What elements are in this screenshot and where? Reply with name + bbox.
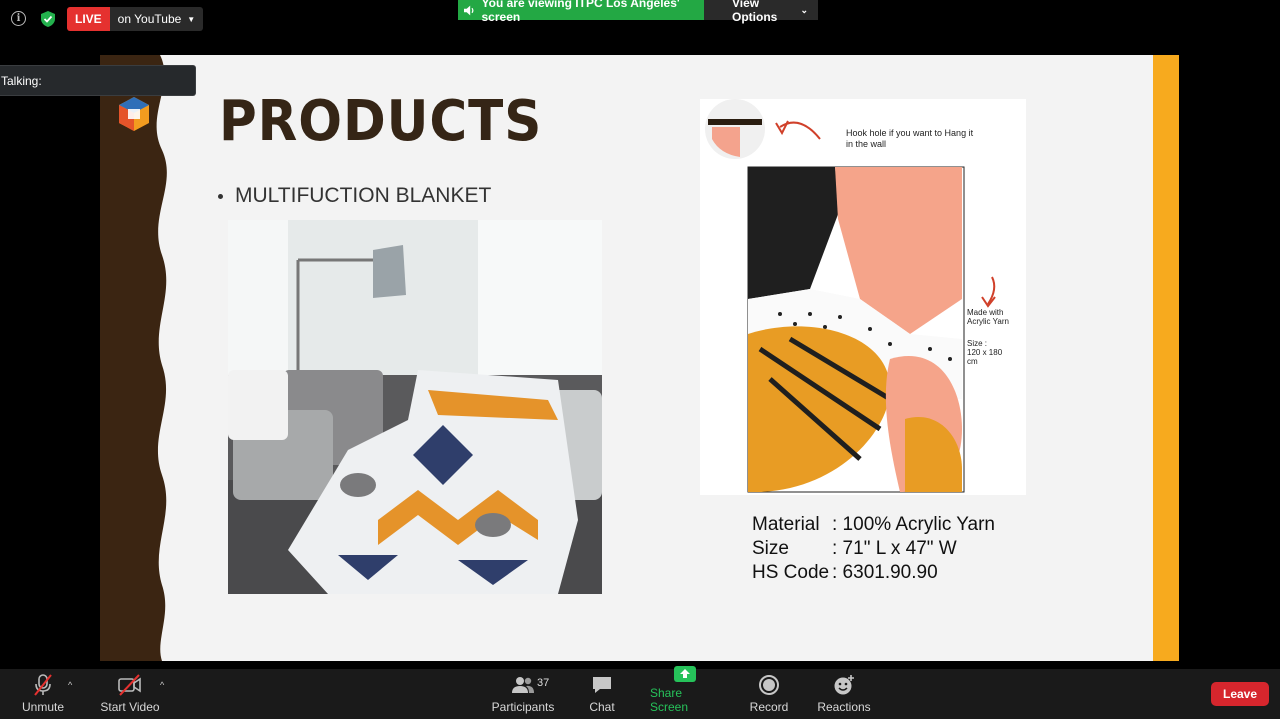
bullet-text: MULTIFUCTION BLANKET <box>235 184 492 207</box>
speaker-icon <box>464 5 474 15</box>
spec-key: HS Code <box>752 562 830 583</box>
shield-icon[interactable] <box>41 11 55 27</box>
chevron-up-icon[interactable]: ^ <box>160 680 164 690</box>
info-icon[interactable]: i <box>11 11 26 26</box>
live-target[interactable]: on YouTube ▼ <box>109 7 204 31</box>
record-label: Record <box>749 700 789 714</box>
reactions-button[interactable]: Reactions <box>816 669 872 719</box>
live-stream-button[interactable]: LIVE on YouTube ▼ <box>67 7 204 31</box>
share-screen-icon <box>673 665 697 683</box>
spec-row: Size : 71" L x 47" W <box>752 537 995 561</box>
muted-mic-icon <box>32 673 54 697</box>
spec-value: : 71" L x 47" W <box>832 538 957 559</box>
share-screen-button[interactable]: Share Screen <box>650 666 720 719</box>
live-target-label: on YouTube <box>117 12 182 26</box>
diagram-made-with-note: Made with Acrylic Yarn <box>967 308 1009 326</box>
talking-indicator: Talking: <box>0 65 196 96</box>
start-video-button[interactable]: Start Video <box>100 669 160 719</box>
zoom-meeting-window: i LIVE on YouTube ▼ You are viewing ITPC… <box>0 0 1280 719</box>
record-button[interactable]: Record <box>748 669 790 719</box>
spec-value: : 6301.90.90 <box>832 562 938 583</box>
reactions-label: Reactions <box>817 700 871 714</box>
chevron-down-icon: ▼ <box>187 14 196 24</box>
spec-key: Material <box>752 514 820 535</box>
record-icon <box>758 673 780 697</box>
slide-accent-bar <box>1153 55 1179 661</box>
slide-title: PRODUCTS <box>219 89 543 154</box>
live-badge: LIVE <box>67 7 110 31</box>
talking-label: Talking: <box>1 73 42 88</box>
slide-bullet: MULTIFUCTION BLANKET <box>218 184 491 208</box>
participants-icon <box>511 673 535 697</box>
spec-value: : 100% Acrylic Yarn <box>832 514 995 535</box>
spec-row: Material : 100% Acrylic Yarn <box>752 513 995 537</box>
blanket-product-photo <box>228 220 602 594</box>
start-video-label: Start Video <box>100 700 160 714</box>
spec-key: Size <box>752 538 789 559</box>
blanket-diagram: Hook hole if you want to Hang it in the … <box>700 99 1026 495</box>
unmute-label: Unmute <box>21 700 65 714</box>
chevron-down-icon: ⌄ <box>800 4 808 15</box>
slide-brown-wave <box>100 55 167 661</box>
viewing-status-label: You are viewing ITPC Los Angeles' screen <box>481 0 680 24</box>
viewing-status: You are viewing ITPC Los Angeles' screen <box>458 0 704 24</box>
viewing-banner: You are viewing ITPC Los Angeles' screen… <box>458 0 818 24</box>
reactions-icon <box>832 673 856 697</box>
chat-button[interactable]: Chat <box>582 669 622 719</box>
chevron-up-icon[interactable]: ^ <box>68 680 72 690</box>
participants-count-badge: 37 <box>537 677 550 689</box>
leave-button[interactable]: Leave <box>1211 682 1269 706</box>
chat-label: Chat <box>589 700 615 714</box>
shared-screen-slide: PRODUCTS MULTIFUCTION BLANKET Hook hole … <box>100 55 1179 661</box>
bullet-dot <box>218 193 223 199</box>
participants-label: Participants <box>491 700 555 714</box>
spec-table: Material : 100% Acrylic Yarn Size : 71" … <box>752 513 995 585</box>
spec-row: HS Code : 6301.90.90 <box>752 561 995 585</box>
view-options-label: View Options <box>732 0 778 24</box>
share-screen-label: Share Screen <box>650 686 689 714</box>
video-off-icon <box>117 673 143 697</box>
logo-icon <box>119 97 149 131</box>
chat-icon <box>591 673 613 697</box>
meeting-toolbar: Unmute ^ Start Video ^ Participants Chat… <box>0 666 1280 719</box>
unmute-button[interactable]: Unmute <box>18 669 68 719</box>
view-options-button[interactable]: View Options ⌄ <box>704 0 818 24</box>
